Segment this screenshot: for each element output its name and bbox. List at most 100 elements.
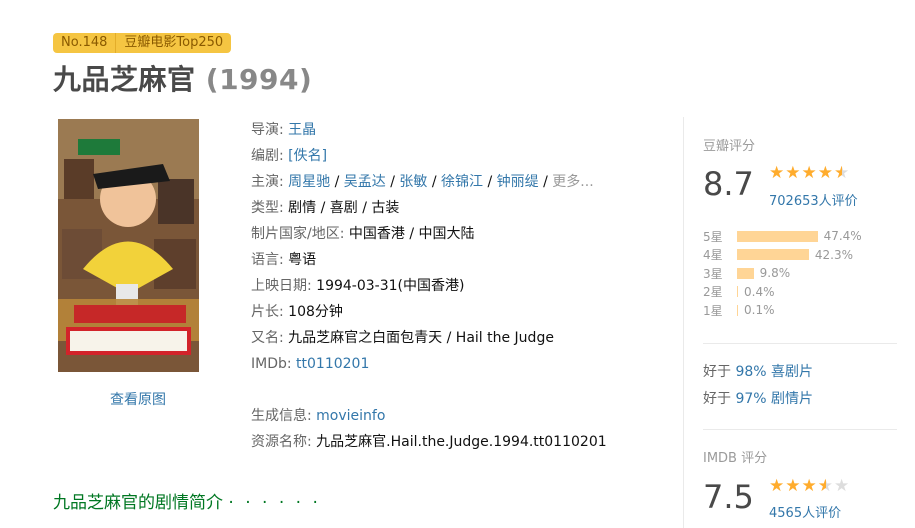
genre-label: 类型: (251, 200, 284, 216)
cast-more-link[interactable]: 更多... (552, 174, 593, 190)
rating-bar-label: 2星 (703, 285, 723, 300)
rating-bar-label: 1星 (703, 303, 723, 318)
cast-label: 主演: (251, 174, 284, 190)
country-value: 中国香港 / 中国大陆 (348, 226, 475, 242)
section-divider (703, 429, 897, 430)
rating-bar-percent: 0.4% (744, 284, 775, 299)
release-label: 上映日期: (251, 278, 312, 294)
writer-row: 编剧: [佚名] (251, 143, 607, 169)
imdb-score: 7.5 (703, 478, 754, 516)
cast-link[interactable]: 张敏 (399, 174, 427, 190)
better-than-percent-link[interactable]: 97% (735, 391, 766, 407)
generated-info-row: 生成信息: movieinfo (251, 403, 607, 429)
better-than-prefix: 好于 (703, 364, 731, 380)
douban-votes-link[interactable]: 702653人评价 (769, 190, 858, 209)
view-original-poster-link[interactable]: 查看原图 (110, 389, 166, 409)
star-icon: ★ (801, 476, 818, 496)
douban-score: 8.7 (703, 165, 754, 203)
language-label: 语言: (251, 252, 284, 268)
better-than-genre-link[interactable]: 喜剧片 (771, 364, 813, 380)
writer-label: 编剧: (251, 148, 284, 164)
rating-bar-fill (737, 230, 818, 242)
language-row: 语言: 粤语 (251, 247, 607, 273)
rating-bar-label: 5星 (703, 229, 723, 244)
writer-link[interactable]: [佚名] (288, 148, 327, 164)
rating-bar-percent: 0.1% (744, 303, 775, 318)
star-icon: ★ (785, 163, 802, 183)
star-icon: ★ (801, 163, 818, 183)
runtime-row: 片长: 108分钟 (251, 299, 607, 325)
top250-list-name: 豆瓣电影Top250 (124, 35, 224, 50)
cast-link[interactable]: 徐锦江 (441, 174, 483, 190)
rating-bar-row: 4星 42.3% (703, 246, 862, 265)
rating-bar-row: 1星 0.1% (703, 301, 862, 320)
star-icon: ★ (769, 163, 786, 183)
cast-link[interactable]: 周星驰 (288, 174, 330, 190)
imdb-rating-label: IMDB 评分 (703, 451, 768, 466)
aka-value: 九品芝麻官之白面包青天 / Hail the Judge (288, 330, 554, 346)
spacer-row (251, 377, 607, 403)
rating-bar-fill (737, 304, 738, 316)
star-icon: ★ (834, 163, 851, 183)
rating-bar-percent: 9.8% (759, 266, 791, 281)
movie-title: 九品芝麻官 (53, 63, 196, 96)
star-icon: ★ (785, 476, 802, 496)
cast-row: 主演: 周星驰 / 吴孟达 / 张敏 / 徐锦江 / 钟丽缇 / 更多... (251, 174, 594, 190)
douban-rating-label: 豆瓣评分 (703, 139, 756, 154)
poster-image (58, 119, 199, 372)
rating-bar-label: 4星 (703, 248, 723, 263)
cast-link[interactable]: 吴孟达 (344, 174, 386, 190)
runtime-label: 片长: (251, 304, 284, 320)
language-value: 粤语 (288, 252, 317, 268)
release-row: 上映日期: 1994-03-31(中国香港) (251, 273, 607, 299)
rating-breakdown: 5星 47.4% 4星 42.3% 3星 9.8% 2星 0.4% 1星 0.1… (703, 227, 862, 320)
aka-row: 又名: 九品芝麻官之白面包青天 / Hail the Judge (251, 325, 607, 351)
director-row: 导演: 王晶 (251, 117, 607, 143)
imdb-label: IMDb: (251, 356, 292, 372)
aka-label: 又名: (251, 330, 284, 346)
imdb-link[interactable]: tt0110201 (296, 356, 369, 372)
better-than-percent-link[interactable]: 98% (735, 364, 766, 380)
rating-bar-row: 5星 47.4% (703, 227, 862, 246)
synopsis-dots: · · · · · · (228, 493, 321, 513)
column-divider (683, 117, 684, 528)
genre-value: 剧情 / 喜剧 / 古装 (288, 200, 400, 216)
resource-name-label: 资源名称: (251, 434, 312, 450)
page-title: 九品芝麻官 (1994) (53, 58, 312, 98)
star-icon: ★ (769, 476, 786, 496)
director-link[interactable]: 王晶 (288, 122, 316, 138)
generated-info-link[interactable]: movieinfo (316, 408, 385, 424)
rating-bar-fill (737, 286, 738, 298)
synopsis-title: 九品芝麻官的剧情简介 (53, 493, 223, 513)
rating-bar-fill (737, 249, 809, 261)
better-than-comedy: 好于 98% 喜剧片 (703, 361, 813, 381)
star-icon: ★ (817, 476, 834, 496)
rating-bar-row: 3星 9.8% (703, 264, 862, 283)
runtime-value: 108分钟 (288, 304, 343, 320)
resource-name-value: 九品芝麻官.Hail.the.Judge.1994.tt0110201 (316, 434, 607, 450)
resource-name-row: 资源名称: 九品芝麻官.Hail.the.Judge.1994.tt011020… (251, 429, 607, 455)
release-value: 1994-03-31(中国香港) (316, 278, 465, 294)
movie-year: (1994) (205, 63, 313, 96)
country-label: 制片国家/地区: (251, 226, 345, 242)
better-than-genre-link[interactable]: 剧情片 (771, 391, 813, 407)
cast-link[interactable]: 钟丽缇 (497, 174, 539, 190)
generated-info-label: 生成信息: (251, 408, 312, 424)
better-than-drama: 好于 97% 剧情片 (703, 388, 813, 408)
rating-bar-fill (737, 267, 754, 279)
country-row: 制片国家/地区: 中国香港 / 中国大陆 (251, 221, 607, 247)
imdb-stars: ★★★★★ (769, 476, 850, 496)
movie-info: 导演: 王晶 编剧: [佚名] 主演: 周星驰 / 吴孟达 / 张敏 / 徐锦江… (251, 117, 607, 455)
section-divider (703, 343, 897, 344)
imdb-row: IMDb: tt0110201 (251, 351, 607, 377)
synopsis-heading: 九品芝麻官的剧情简介 · · · · · · (53, 488, 321, 513)
rating-bar-percent: 42.3% (814, 247, 854, 262)
star-icon: ★ (834, 476, 851, 496)
rating-bar-label: 3星 (703, 266, 723, 281)
movie-poster[interactable] (58, 119, 199, 372)
rating-bar-percent: 47.4% (823, 229, 862, 244)
imdb-votes-link[interactable]: 4565人评价 (769, 502, 841, 521)
top250-badge[interactable]: No.148 豆瓣电影Top250 (53, 33, 232, 53)
star-icon: ★ (817, 163, 834, 183)
douban-stars: ★★★★★ (769, 163, 850, 183)
